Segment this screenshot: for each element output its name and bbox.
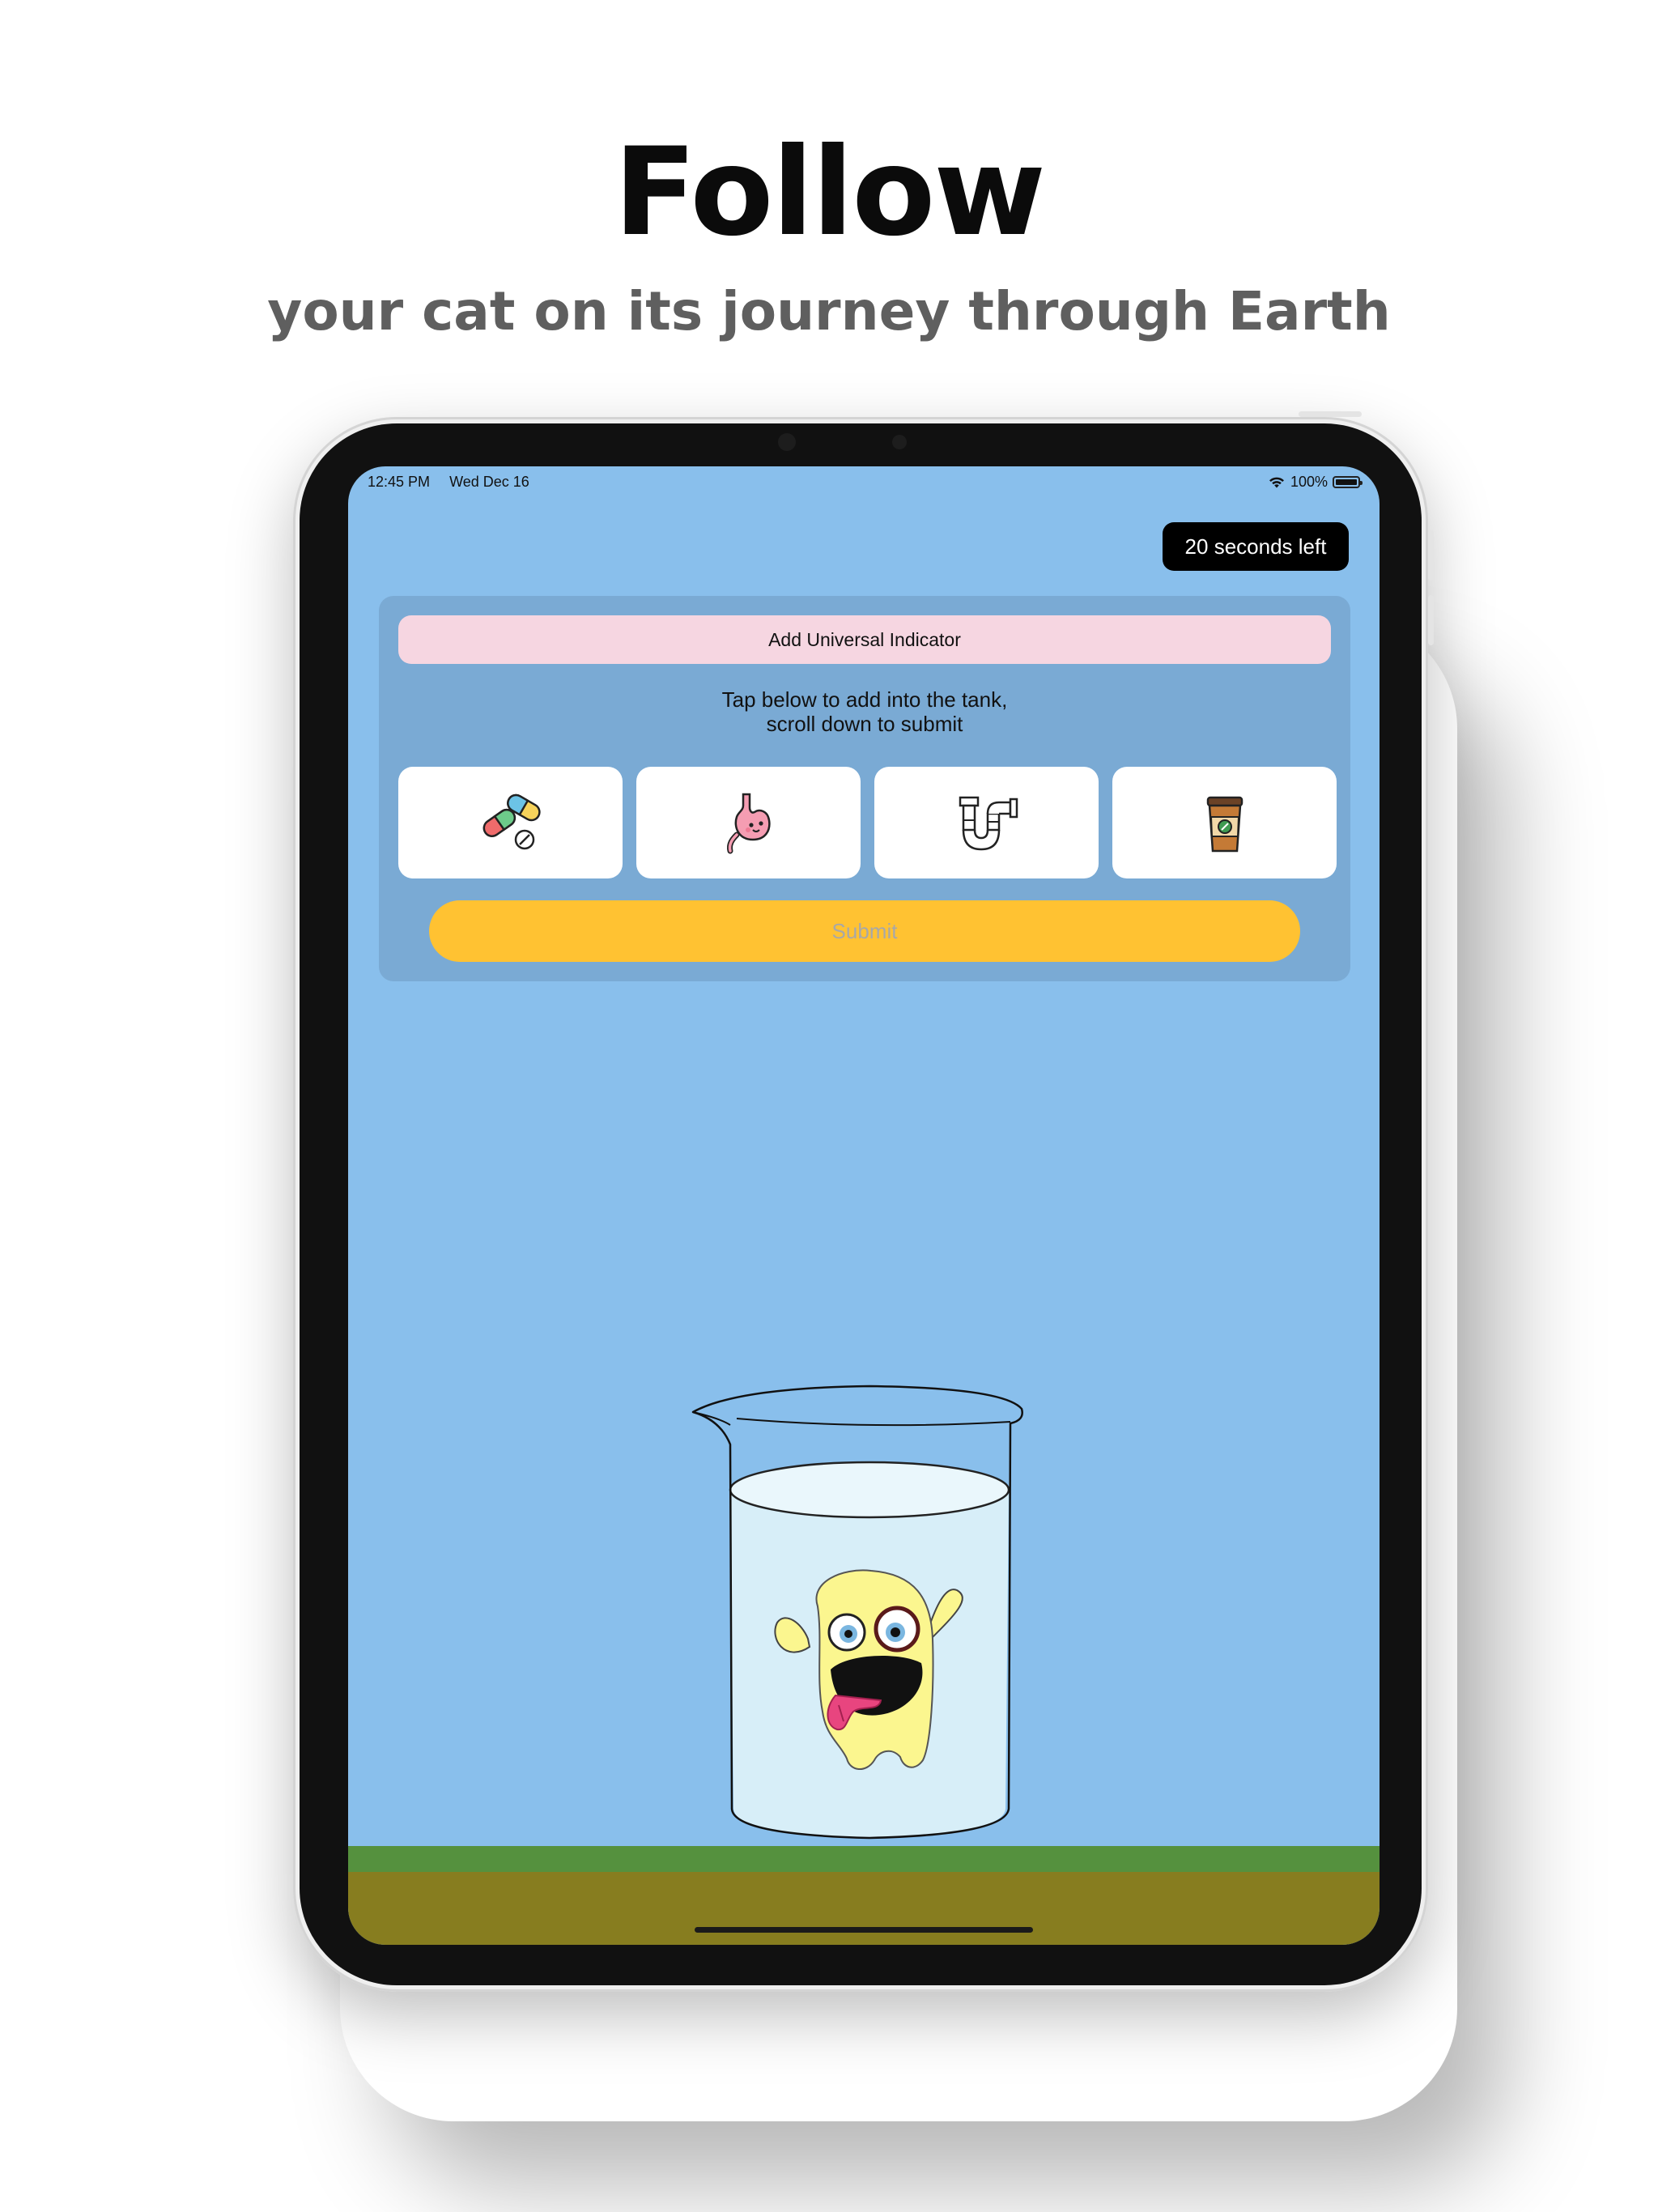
timer-badge: 20 seconds left [1163, 522, 1349, 571]
item-pipe-button[interactable] [874, 767, 1099, 878]
beaker-tank [691, 1385, 1023, 1840]
home-indicator[interactable] [695, 1927, 1033, 1933]
item-coffee-button[interactable] [1112, 767, 1337, 878]
add-universal-indicator-button[interactable]: Add Universal Indicator [398, 615, 1331, 664]
instructions-line-2: scroll down to submit [766, 712, 963, 736]
pipe-icon [959, 796, 1018, 851]
hero-subtitle: your cat on its journey through Earth [267, 280, 1391, 342]
app-screen: 12:45 PM Wed Dec 16 100% 20 seconds left… [348, 466, 1380, 1945]
item-stomach-button[interactable] [636, 767, 861, 878]
status-date: Wed Dec 16 [449, 474, 529, 490]
battery-percent: 100% [1290, 474, 1328, 490]
battery-icon [1333, 476, 1363, 488]
volume-up-button [1428, 530, 1434, 581]
controls-panel: Add Universal Indicator Tap below to add… [379, 596, 1350, 981]
status-time: 12:45 PM [368, 474, 431, 490]
item-pills-button[interactable] [398, 767, 623, 878]
sensor-icon [892, 435, 907, 449]
top-button [1299, 411, 1362, 417]
wifi-icon [1269, 477, 1284, 487]
submit-button[interactable]: Submit [429, 900, 1300, 962]
hero-title: Follow [614, 122, 1046, 263]
camera-icon [778, 433, 796, 451]
instructions-line-1: Tap below to add into the tank, [721, 687, 1008, 712]
ground-dirt [348, 1872, 1380, 1945]
status-bar: 12:45 PM Wed Dec 16 100% [348, 466, 1380, 496]
volume-down-button [1428, 595, 1434, 645]
stomach-icon [726, 793, 771, 854]
pills-icon [483, 793, 541, 850]
coffee-cup-icon [1206, 796, 1243, 853]
ground-grass [348, 1846, 1380, 1872]
instructions-text: Tap below to add into the tank, scroll d… [379, 687, 1350, 736]
